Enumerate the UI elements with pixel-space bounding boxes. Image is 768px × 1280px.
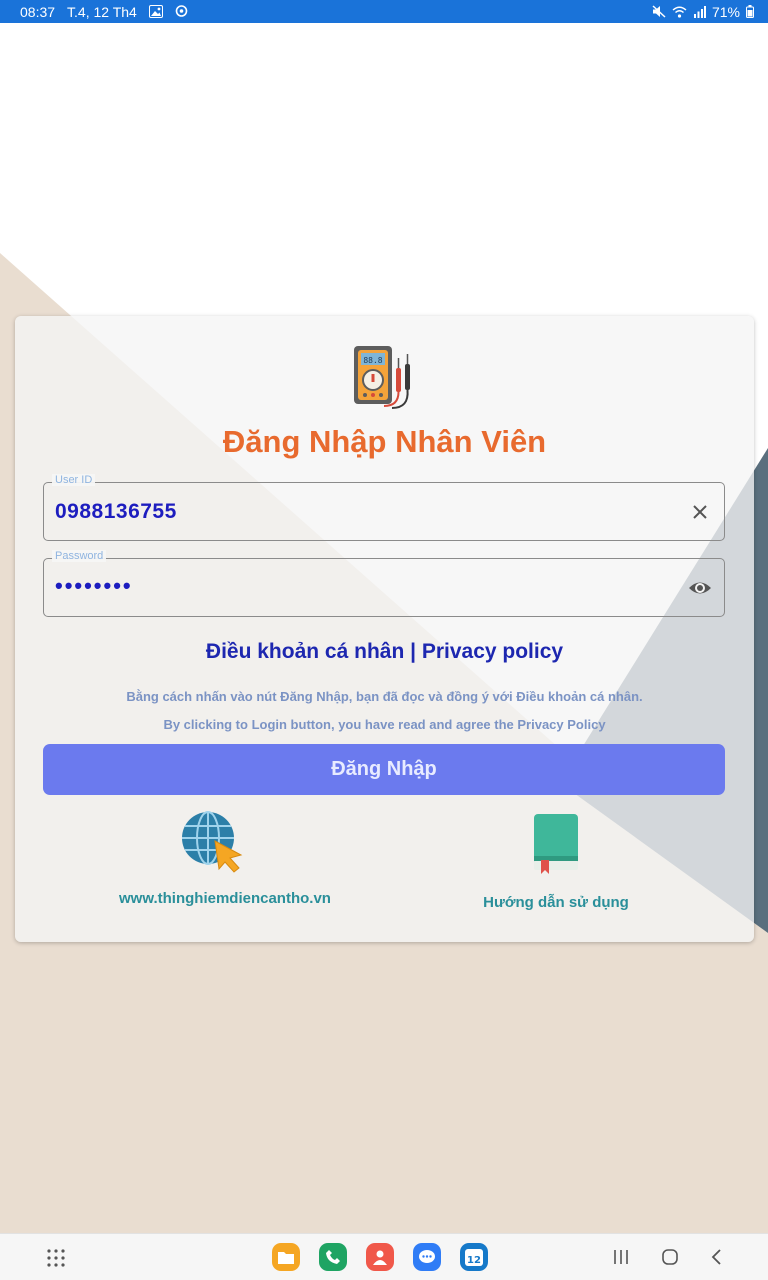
password-field[interactable]: Password •••••••• xyxy=(43,550,725,617)
battery-percent: 71% xyxy=(711,3,740,20)
multimeter-logo-icon: 88.8 xyxy=(354,346,410,409)
back-icon[interactable] xyxy=(709,1247,725,1272)
user-id-value[interactable]: 0988136755 xyxy=(55,500,177,524)
clear-icon[interactable] xyxy=(686,498,714,526)
contacts-icon[interactable] xyxy=(366,1243,394,1271)
eye-icon[interactable] xyxy=(686,574,714,602)
privacy-policy-link[interactable]: Điều khoản cá nhân | Privacy policy xyxy=(15,640,754,664)
globe-cursor-icon[interactable] xyxy=(181,811,243,873)
website-link[interactable]: www.thinghiemdiencantho.vn xyxy=(75,890,375,907)
calendar-day: 12 xyxy=(467,1255,481,1266)
calendar-icon[interactable]: 12 xyxy=(460,1243,488,1271)
status-bar: 08:37 T.4, 12 Th4 71% xyxy=(0,0,768,23)
user-id-label: User ID xyxy=(52,474,96,486)
location-icon xyxy=(175,5,188,18)
home-icon[interactable] xyxy=(660,1247,680,1272)
book-icon[interactable] xyxy=(531,812,581,876)
apps-grid-icon[interactable] xyxy=(46,1248,66,1273)
signal-icon xyxy=(693,5,706,18)
navigation-bar: 12 xyxy=(0,1233,768,1280)
terms-note-vi: Bằng cách nhấn vào nút Đăng Nhập, bạn đã… xyxy=(126,689,643,704)
user-id-field[interactable]: User ID 0988136755 xyxy=(43,474,725,541)
battery-icon xyxy=(746,5,754,18)
phone-icon[interactable] xyxy=(319,1243,347,1271)
app-dock: 12 xyxy=(272,1243,488,1271)
messages-icon[interactable] xyxy=(413,1243,441,1271)
svg-text:88.8: 88.8 xyxy=(363,356,382,365)
files-icon[interactable] xyxy=(272,1243,300,1271)
password-label: Password xyxy=(52,550,107,562)
password-value[interactable]: •••••••• xyxy=(55,573,133,599)
login-button[interactable]: Đăng Nhập xyxy=(43,744,725,795)
user-guide-link[interactable]: Hướng dẫn sử dụng xyxy=(455,894,657,911)
page-title: Đăng Nhập Nhân Viên xyxy=(222,424,547,459)
image-icon xyxy=(148,5,163,18)
terms-note-en: By clicking to Login button, you have re… xyxy=(163,717,606,732)
login-card: 88.8 Đăng Nhập Nhân Viên User ID 0988136… xyxy=(15,316,754,942)
mute-icon xyxy=(652,5,666,18)
status-time: 08:37 xyxy=(20,3,56,20)
status-date: T.4, 12 Th4 xyxy=(67,3,137,20)
recent-apps-icon[interactable] xyxy=(612,1248,630,1271)
wifi-icon xyxy=(672,6,687,18)
